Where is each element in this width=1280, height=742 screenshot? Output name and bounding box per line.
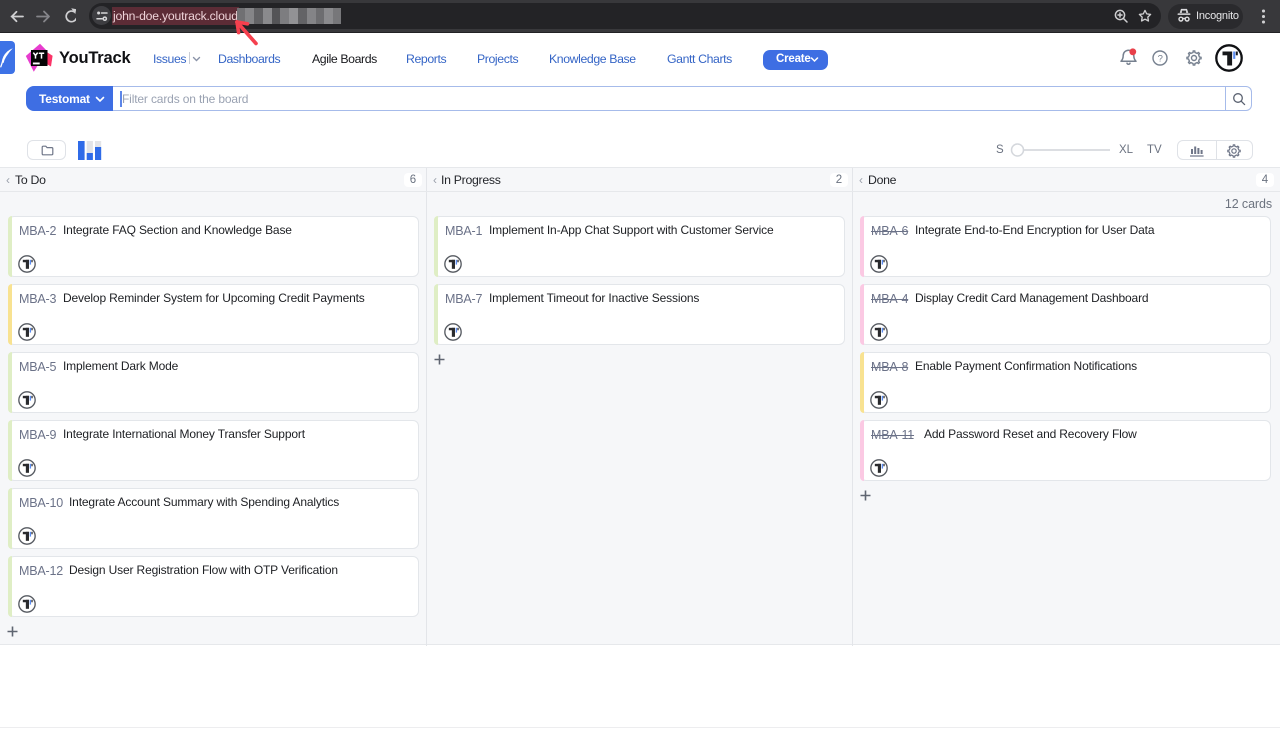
svg-text:?: ? (1158, 53, 1163, 64)
